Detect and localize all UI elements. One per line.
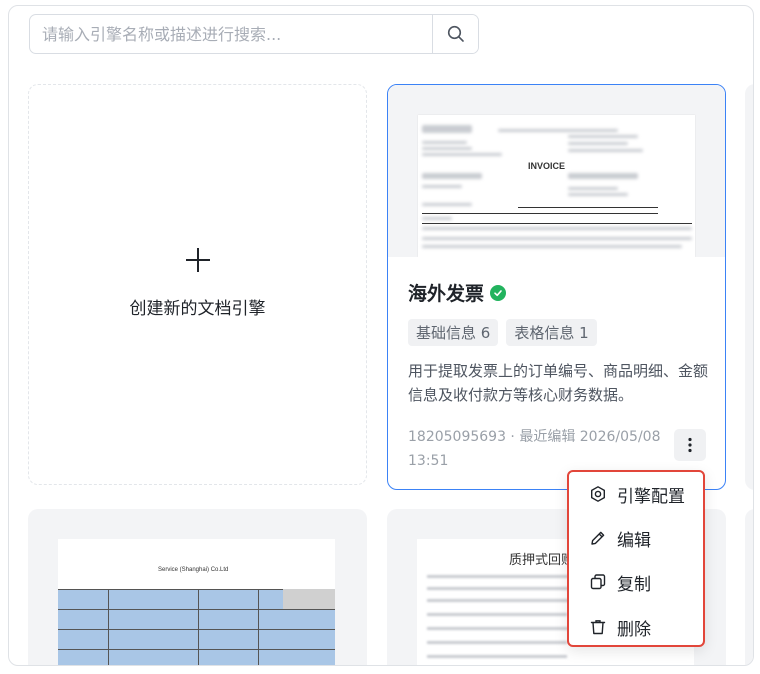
engine-preview-thumbnail: INVOICE bbox=[388, 85, 725, 257]
gear-icon bbox=[591, 486, 605, 502]
document-preview-image: Service (Shanghai) Co.Ltd bbox=[58, 539, 335, 665]
more-options-button[interactable] bbox=[674, 429, 706, 461]
menu-item-label: 编辑 bbox=[617, 530, 651, 551]
engine-description: 用于提取发票上的订单编号、商品明细、金额信息及收付款方等核心财务数据。 bbox=[408, 362, 709, 404]
tag-table-info: 表格信息 1 bbox=[506, 319, 597, 346]
engine-meta: 18205095693 · 最近编辑 2026/05/08 13:51 bbox=[408, 429, 661, 469]
menu-item-edit[interactable]: 编辑 bbox=[569, 516, 703, 560]
search-button[interactable] bbox=[432, 15, 478, 53]
engine-card-partial[interactable] bbox=[745, 84, 753, 490]
more-vertical-icon bbox=[688, 437, 692, 453]
search-bar bbox=[29, 14, 479, 54]
engine-context-menu: 引擎配置 编辑 复制 删除 bbox=[567, 470, 705, 647]
preview-title-text: 质押式回购 bbox=[509, 553, 575, 568]
create-engine-label: 创建新的文档引擎 bbox=[129, 299, 266, 319]
engine-card-bottom-left[interactable]: Service (Shanghai) Co.Ltd bbox=[28, 509, 367, 665]
menu-item-delete[interactable]: 删除 bbox=[569, 605, 703, 649]
check-circle-icon bbox=[490, 284, 507, 301]
menu-item-copy[interactable]: 复制 bbox=[569, 560, 703, 604]
preview-company-text: Service (Shanghai) Co.Ltd bbox=[158, 567, 229, 573]
invoice-heading: INVOICE bbox=[528, 161, 566, 171]
menu-item-label: 复制 bbox=[617, 574, 651, 595]
engine-title-text: 海外发票 bbox=[408, 283, 485, 305]
menu-item-engine-config[interactable]: 引擎配置 bbox=[569, 472, 703, 516]
engine-tags: 基础信息 6 表格信息 1 bbox=[408, 319, 597, 346]
create-engine-card[interactable]: 创建新的文档引擎 bbox=[28, 84, 367, 485]
search-icon bbox=[447, 25, 464, 42]
copy-icon bbox=[590, 574, 606, 590]
engine-card[interactable]: INVOICE 海外发票 基础信息 6 表格信息 1 用于提取发票上的订单编号、… bbox=[387, 84, 726, 490]
plus-icon bbox=[185, 244, 211, 280]
trash-icon bbox=[590, 620, 606, 635]
menu-item-label: 引擎配置 bbox=[617, 486, 685, 507]
menu-item-label: 删除 bbox=[617, 619, 651, 640]
engine-title: 海外发票 bbox=[408, 279, 507, 306]
tag-basic-info: 基础信息 6 bbox=[408, 319, 499, 346]
search-input[interactable] bbox=[30, 15, 430, 53]
pencil-icon bbox=[591, 531, 605, 545]
invoice-preview-image: INVOICE bbox=[418, 115, 695, 257]
engine-card-partial-bottom[interactable] bbox=[745, 509, 753, 665]
